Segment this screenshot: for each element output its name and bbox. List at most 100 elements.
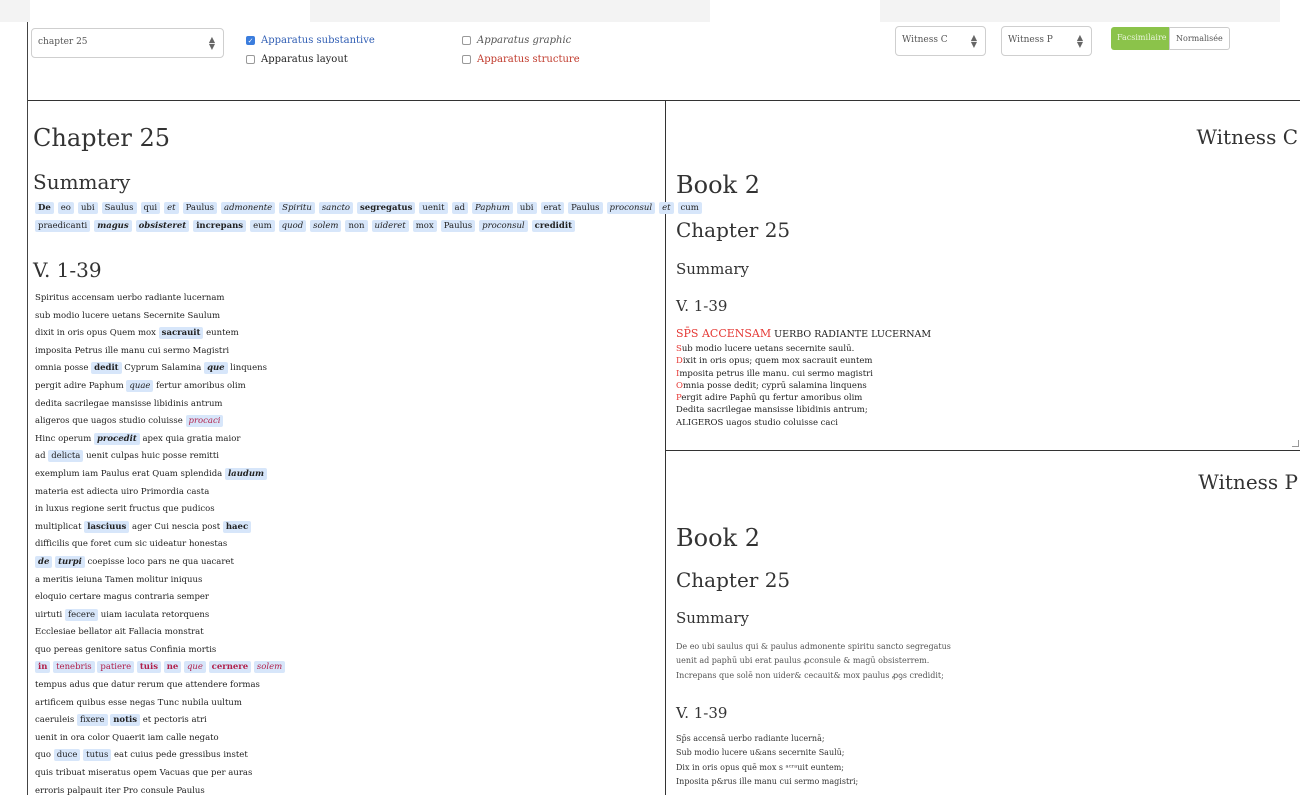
apparatus-word[interactable]: que	[183, 661, 206, 674]
apparatus-word[interactable]: cernere	[208, 661, 252, 674]
resize-handle-icon[interactable]	[1292, 440, 1299, 447]
normalisee-button[interactable]: Normalisée	[1169, 27, 1230, 50]
summary-word[interactable]: Paulus	[568, 202, 603, 214]
witness-p-line: Inposita p&rus ille manu cui sermo magis…	[676, 777, 859, 787]
apparatus-word[interactable]: sacrauit	[158, 327, 204, 340]
summary-word[interactable]: eum	[250, 220, 275, 232]
verse-text: coepisse loco pars ne qua uacaret	[84, 556, 234, 567]
apparatus-word[interactable]: notis	[110, 714, 141, 727]
summary-word[interactable]: Paulus	[182, 202, 218, 214]
verse-line: multiplicat lasciuus ager Cui nescia pos…	[35, 519, 655, 537]
apparatus-word[interactable]: solem	[253, 661, 286, 674]
rubric-initial: SP̄S ACCENSAM	[676, 327, 772, 340]
witness-c-summary-heading: Summary	[676, 260, 749, 278]
chapter-select-value: chapter 25	[38, 37, 88, 47]
verse-text: uenit in ora color Quaerit iam calle neg…	[35, 732, 219, 743]
summary-word[interactable]: ubi	[77, 202, 98, 214]
summary-word[interactable]: uideret	[371, 220, 409, 232]
verse-text: apex quia gratia maior	[139, 433, 241, 444]
summary-word[interactable]: sancto	[318, 202, 354, 214]
summary-word[interactable]: Saulus	[101, 202, 137, 214]
verse-line: Spiritus accensam uerbo radiante lucerna…	[35, 290, 655, 308]
summary-word[interactable]: ubi	[516, 202, 537, 214]
apparatus-word[interactable]: haec	[222, 520, 252, 533]
summary-word[interactable]: admonente	[221, 202, 276, 214]
checkbox-apparatus-graphic[interactable]: Apparatus graphic	[462, 35, 571, 46]
summary-word[interactable]: mox	[412, 220, 437, 232]
summary-word[interactable]: quod	[278, 220, 307, 232]
verse-text: erroris palpauit iter Pro consule Paulus	[35, 785, 205, 796]
verse-text: difficilis que foret cum sic uideatur ho…	[35, 539, 228, 550]
verse-line: dixit in oris opus Quem mox sacrauit eun…	[35, 325, 655, 343]
summary-word[interactable]: cum	[677, 202, 702, 214]
summary-word[interactable]: increpans	[193, 220, 247, 232]
witness-p-line-list: Sp̄s accensā uerbo radiante lucernā; Sub …	[676, 732, 858, 790]
verse-text: quis tribuat miseratus opem Vacuas que p…	[35, 768, 253, 779]
apparatus-word[interactable]: tutus	[83, 749, 112, 762]
witness-c-line: Imposita petrus ille manu. cui sermo mag…	[676, 368, 873, 380]
summary-word[interactable]: magus	[94, 220, 132, 232]
facsimilaire-button[interactable]: Facsimilaire	[1111, 27, 1169, 50]
verse-line: in luxus regione serit fructus que pudic…	[35, 501, 655, 519]
summary-word[interactable]: Paulus	[440, 220, 476, 232]
witness-c-select-value: Witness C	[902, 35, 948, 45]
apparatus-word[interactable]: de	[35, 555, 53, 568]
summary-word[interactable]: De	[35, 202, 54, 214]
checkbox-apparatus-layout[interactable]: Apparatus layout	[246, 54, 348, 65]
checkbox-label: Apparatus structure	[477, 54, 580, 65]
verse-text: a meritis ieiuna Tamen molitur iniquus	[35, 574, 203, 585]
summary-word[interactable]: eo	[57, 202, 74, 214]
apparatus-word[interactable]: tenebris	[53, 661, 95, 674]
checkbox-label: Apparatus substantive	[261, 35, 375, 46]
apparatus-word[interactable]: fixere	[76, 714, 108, 727]
verse-text: omnia posse	[35, 363, 92, 374]
apparatus-word[interactable]: laudum	[224, 467, 267, 480]
apparatus-word[interactable]: ne	[163, 661, 182, 674]
apparatus-word[interactable]: in	[35, 661, 51, 674]
chapter-title: Chapter 25	[33, 124, 170, 152]
apparatus-word[interactable]: quae	[126, 379, 154, 392]
apparatus-word[interactable]: patiere	[97, 661, 135, 674]
apparatus-word[interactable]: dedit	[91, 362, 122, 375]
checkbox-apparatus-substantive[interactable]: ✓ Apparatus substantive	[246, 35, 375, 46]
summary-word[interactable]: ad	[451, 202, 469, 214]
summary-word[interactable]: non	[345, 220, 368, 232]
background-strip	[310, 0, 710, 22]
summary-word[interactable]: obsisteret	[135, 220, 190, 232]
chapter-select[interactable]: chapter 25 ▲ ▼	[31, 28, 224, 58]
apparatus-word[interactable]: tuis	[136, 661, 161, 674]
summary-word[interactable]: qui	[140, 202, 161, 214]
summary-word[interactable]: praedicanti	[35, 220, 91, 232]
summary-word[interactable]: credidit	[531, 220, 575, 232]
summary-word[interactable]: Spiritu	[279, 202, 315, 214]
summary-word[interactable]: proconsul	[606, 202, 656, 214]
summary-word[interactable]: solem	[310, 220, 342, 232]
apparatus-word[interactable]: duce	[53, 749, 81, 762]
apparatus-word[interactable]: turpi	[55, 555, 85, 568]
summary-word[interactable]: uenit	[419, 202, 448, 214]
summary-word[interactable]: segregatus	[357, 202, 416, 214]
apparatus-word[interactable]: procaci	[185, 415, 224, 428]
summary-word[interactable]: Paphum	[472, 202, 513, 214]
checkbox-apparatus-structure[interactable]: Apparatus structure	[462, 54, 580, 65]
apparatus-word[interactable]: procedit	[93, 432, 140, 445]
apparatus-word[interactable]: que	[204, 362, 228, 375]
verse-text: aligeros que uagos studio coluisse	[35, 416, 186, 427]
verse-text: Cyprum Salamina	[121, 363, 205, 374]
witness-p-summary-line: Increpans que solē non uider& cecauit& m…	[676, 670, 944, 680]
summary-word[interactable]: et	[659, 202, 674, 214]
witness-c-first-line: SP̄S ACCENSAM UERBO RADIANTE LUCERNAM	[676, 327, 931, 340]
verse-line: Ecclesiae bellator ait Fallacia monstrat	[35, 624, 655, 642]
checkbox-icon	[462, 55, 471, 64]
summary-word[interactable]: erat	[540, 202, 565, 214]
witness-c-line: Pergit adire Paphū qu fertur amoribus ol…	[676, 392, 873, 404]
toolbar: chapter 25 ▲ ▼ ✓ Apparatus substantive Ap…	[28, 22, 1300, 100]
witness-c-select[interactable]: Witness C ▲ ▼	[895, 26, 986, 56]
apparatus-word[interactable]: lasciuus	[84, 520, 130, 533]
witness-p-select[interactable]: Witness P ▲ ▼	[1001, 26, 1092, 56]
apparatus-word[interactable]: delicta	[48, 450, 84, 463]
verse-text: linquens	[227, 363, 267, 374]
summary-word[interactable]: proconsul	[479, 220, 528, 232]
summary-word[interactable]: et	[164, 202, 179, 214]
apparatus-word[interactable]: fecere	[64, 608, 99, 621]
